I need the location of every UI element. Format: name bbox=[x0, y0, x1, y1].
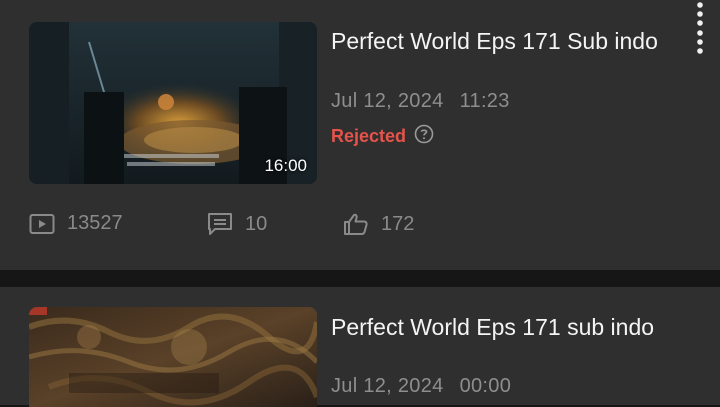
video-thumbnail[interactable]: 16:00 bbox=[29, 22, 317, 184]
more-options-button[interactable] bbox=[690, 0, 710, 30]
video-date: Jul 12, 2024 bbox=[331, 375, 444, 397]
video-date: Jul 12, 2024 bbox=[331, 90, 444, 112]
thumbnail-image bbox=[29, 307, 317, 407]
more-vertical-icon bbox=[697, 2, 703, 26]
comment-icon bbox=[207, 212, 233, 236]
thumbs-up-icon bbox=[343, 212, 369, 236]
video-datetime: Jul 12, 2024 00:00 bbox=[331, 375, 511, 398]
video-title[interactable]: Perfect World Eps 171 sub indo bbox=[331, 313, 661, 342]
play-square-icon bbox=[29, 213, 55, 235]
more-vertical-icon bbox=[697, 30, 703, 54]
likes-stat[interactable]: 172 bbox=[343, 212, 414, 236]
status-badge: Rejected bbox=[331, 124, 434, 149]
comments-count: 10 bbox=[245, 212, 268, 235]
video-thumbnail[interactable] bbox=[29, 307, 317, 407]
video-card[interactable]: Perfect World Eps 171 sub indo Jul 12, 2… bbox=[0, 287, 720, 407]
question-circle-icon[interactable] bbox=[414, 124, 434, 149]
likes-count: 172 bbox=[381, 212, 415, 235]
video-time: 00:00 bbox=[459, 375, 512, 397]
comments-stat[interactable]: 10 bbox=[207, 212, 267, 236]
views-count: 13527 bbox=[67, 212, 123, 234]
video-card[interactable]: 16:00 Perfect World Eps 171 Sub indo Jul… bbox=[0, 0, 720, 270]
status-label: Rejected bbox=[331, 126, 407, 146]
video-title[interactable]: Perfect World Eps 171 Sub indo bbox=[331, 27, 661, 56]
video-datetime: Jul 12, 2024 11:23 bbox=[331, 90, 510, 113]
video-time: 11:23 bbox=[459, 90, 510, 112]
more-options-button[interactable] bbox=[690, 28, 710, 58]
views-stat[interactable]: 13527 bbox=[29, 212, 123, 235]
video-stats: 13527 10 172 bbox=[29, 212, 449, 242]
video-duration: 16:00 bbox=[264, 156, 307, 175]
